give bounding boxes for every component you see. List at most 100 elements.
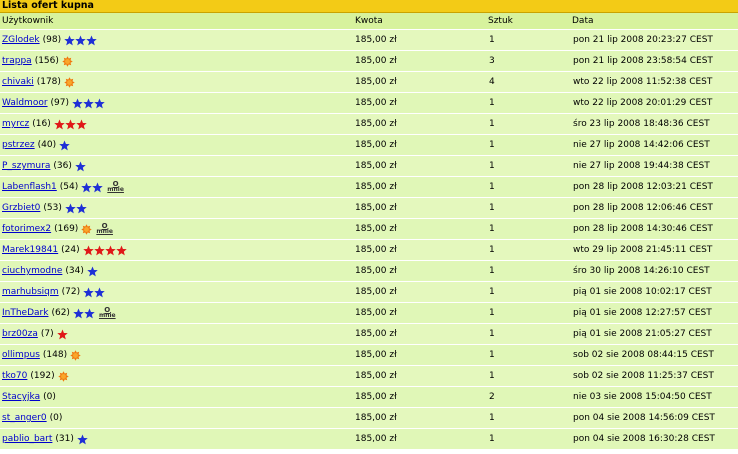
username-link[interactable]: tko70 bbox=[2, 366, 27, 386]
red-star-icon bbox=[104, 245, 116, 255]
quantity-cell: 1 bbox=[489, 98, 495, 108]
table-row: Waldmoor (97) 185,00 zł 1 wto 22 lip 2008 20… bbox=[0, 92, 738, 113]
user-score: (148) bbox=[42, 350, 68, 360]
about-me-bottom: mnie bbox=[98, 312, 116, 319]
price-cell: 185,00 zł bbox=[355, 350, 397, 360]
user-cell: pstrzez (40) bbox=[0, 135, 355, 155]
blue-star-icon bbox=[92, 182, 104, 192]
quantity-cell: 1 bbox=[489, 350, 495, 360]
quantity-cell: 1 bbox=[489, 182, 495, 192]
date-cell: pon 28 lip 2008 12:06:46 CEST bbox=[573, 203, 713, 213]
user-score: (7) bbox=[40, 329, 54, 339]
about-me-link[interactable]: Omnie bbox=[96, 223, 113, 235]
user-cell: myrcz (16) bbox=[0, 114, 355, 134]
username-link[interactable]: pablio_bart bbox=[2, 429, 52, 449]
quantity-cell: 2 bbox=[489, 392, 495, 402]
date-cell: pon 28 lip 2008 12:03:21 CEST bbox=[573, 182, 713, 192]
price-cell: 185,00 zł bbox=[355, 371, 397, 381]
table-row: InTheDark (62) Omnie 185,00 zł 1 pią 01 sie 2… bbox=[0, 302, 738, 323]
table-row: trappa (156) 185,00 zł 3 pon 21 lip 2008 23:… bbox=[0, 50, 738, 71]
rating-badges bbox=[65, 203, 87, 214]
date-cell: śro 23 lip 2008 18:48:36 CEST bbox=[573, 119, 710, 129]
date-cell: pon 21 lip 2008 20:23:27 CEST bbox=[573, 35, 713, 45]
user-cell: trappa (156) bbox=[0, 51, 355, 71]
rating-badges bbox=[64, 35, 97, 46]
user-cell: P_szymura (36) bbox=[0, 156, 355, 176]
table-row: marhubsiqm (72) 185,00 zł 1 pią 01 sie 2008 … bbox=[0, 281, 738, 302]
user-cell: brz00za (7) bbox=[0, 324, 355, 344]
user-score: (54) bbox=[59, 182, 79, 192]
price-cell: 185,00 zł bbox=[355, 98, 397, 108]
username-link[interactable]: chivaki bbox=[2, 72, 34, 92]
date-cell: nie 27 lip 2008 19:44:38 CEST bbox=[573, 161, 710, 171]
price-cell: 185,00 zł bbox=[355, 434, 397, 444]
username-link[interactable]: myrcz bbox=[2, 114, 29, 134]
table-row: brz00za (7) 185,00 zł 1 pią 01 sie 2008 21:0… bbox=[0, 323, 738, 344]
quantity-cell: 1 bbox=[489, 287, 495, 297]
username-link[interactable]: Labenflash1 bbox=[2, 177, 57, 197]
blue-star-icon bbox=[73, 308, 84, 318]
user-cell: marhubsiqm (72) bbox=[0, 282, 355, 302]
about-me-link[interactable]: Omnie bbox=[99, 307, 116, 319]
blue-star-icon bbox=[83, 287, 94, 297]
red-star-icon bbox=[76, 119, 87, 129]
price-cell: 185,00 zł bbox=[355, 203, 397, 213]
quantity-cell: 1 bbox=[489, 119, 495, 129]
column-header-qty: Sztuk bbox=[488, 16, 513, 26]
about-me-link[interactable]: Omnie bbox=[107, 181, 124, 193]
user-score: (156) bbox=[34, 56, 59, 66]
username-link[interactable]: ollimpus bbox=[2, 345, 40, 365]
user-score: (31) bbox=[55, 434, 74, 444]
price-cell: 185,00 zł bbox=[355, 287, 397, 297]
date-cell: pon 04 sie 2008 14:56:09 CEST bbox=[573, 413, 715, 423]
price-cell: 185,00 zł bbox=[355, 140, 397, 150]
quantity-cell: 1 bbox=[489, 140, 495, 150]
blue-star-icon bbox=[84, 308, 95, 318]
user-score: (178) bbox=[36, 77, 61, 87]
date-cell: śro 30 lip 2008 14:26:10 CEST bbox=[573, 266, 710, 276]
username-link[interactable]: Grzbiet0 bbox=[2, 198, 40, 218]
date-cell: wto 22 lip 2008 11:52:38 CEST bbox=[573, 77, 713, 87]
table-row: Grzbiet0 (53) 185,00 zł 1 pon 28 lip 2008 12… bbox=[0, 197, 738, 218]
user-cell: pablio_bart (31) bbox=[0, 429, 355, 449]
user-score: (97) bbox=[50, 98, 70, 108]
username-link[interactable]: fotorimex2 bbox=[2, 219, 51, 239]
blue-star-icon bbox=[87, 266, 98, 276]
blue-star-icon bbox=[65, 203, 76, 213]
username-link[interactable]: Marek19841 bbox=[2, 240, 58, 260]
price-cell: 185,00 zł bbox=[355, 119, 397, 129]
username-link[interactable]: Stacyjka bbox=[2, 387, 40, 407]
username-link[interactable]: pstrzez bbox=[2, 135, 35, 155]
price-cell: 185,00 zł bbox=[355, 224, 397, 234]
rating-badges bbox=[75, 161, 86, 172]
red-star-icon bbox=[56, 329, 68, 339]
username-link[interactable]: ZGlodek bbox=[2, 30, 40, 50]
user-cell: ciuchymodne (34) bbox=[0, 261, 355, 281]
username-link[interactable]: brz00za bbox=[2, 324, 38, 344]
username-link[interactable]: InTheDark bbox=[2, 303, 48, 323]
about-me-bottom: mnie bbox=[107, 186, 124, 193]
price-cell: 185,00 zł bbox=[355, 35, 397, 45]
username-link[interactable]: marhubsiqm bbox=[2, 282, 59, 302]
user-cell: fotorimex2 (169) Omnie bbox=[0, 219, 355, 239]
red-star-icon bbox=[115, 245, 127, 255]
username-link[interactable]: ciuchymodne bbox=[2, 261, 62, 281]
username-link[interactable]: Waldmoor bbox=[2, 93, 48, 113]
column-header-price: Kwota bbox=[355, 16, 383, 26]
blue-star-icon bbox=[94, 287, 105, 297]
date-cell: pią 01 sie 2008 10:02:17 CEST bbox=[573, 287, 712, 297]
username-link[interactable]: P_szymura bbox=[2, 156, 50, 176]
user-cell: Stacyjka (0) bbox=[0, 387, 355, 407]
date-cell: pon 21 lip 2008 23:58:54 CEST bbox=[573, 56, 713, 66]
red-star-icon bbox=[82, 245, 94, 255]
rating-badges bbox=[82, 245, 127, 256]
price-cell: 185,00 zł bbox=[355, 329, 397, 339]
rating-badges bbox=[73, 308, 95, 319]
sun-icon bbox=[64, 76, 75, 88]
user-cell: ZGlodek (98) bbox=[0, 30, 355, 50]
quantity-cell: 1 bbox=[489, 434, 495, 444]
username-link[interactable]: st_anger0 bbox=[2, 408, 47, 428]
user-cell: chivaki (178) bbox=[0, 72, 355, 92]
username-link[interactable]: trappa bbox=[2, 51, 32, 71]
table-row: fotorimex2 (169) Omnie 185,00 zł 1 pon 28 lip… bbox=[0, 218, 738, 239]
